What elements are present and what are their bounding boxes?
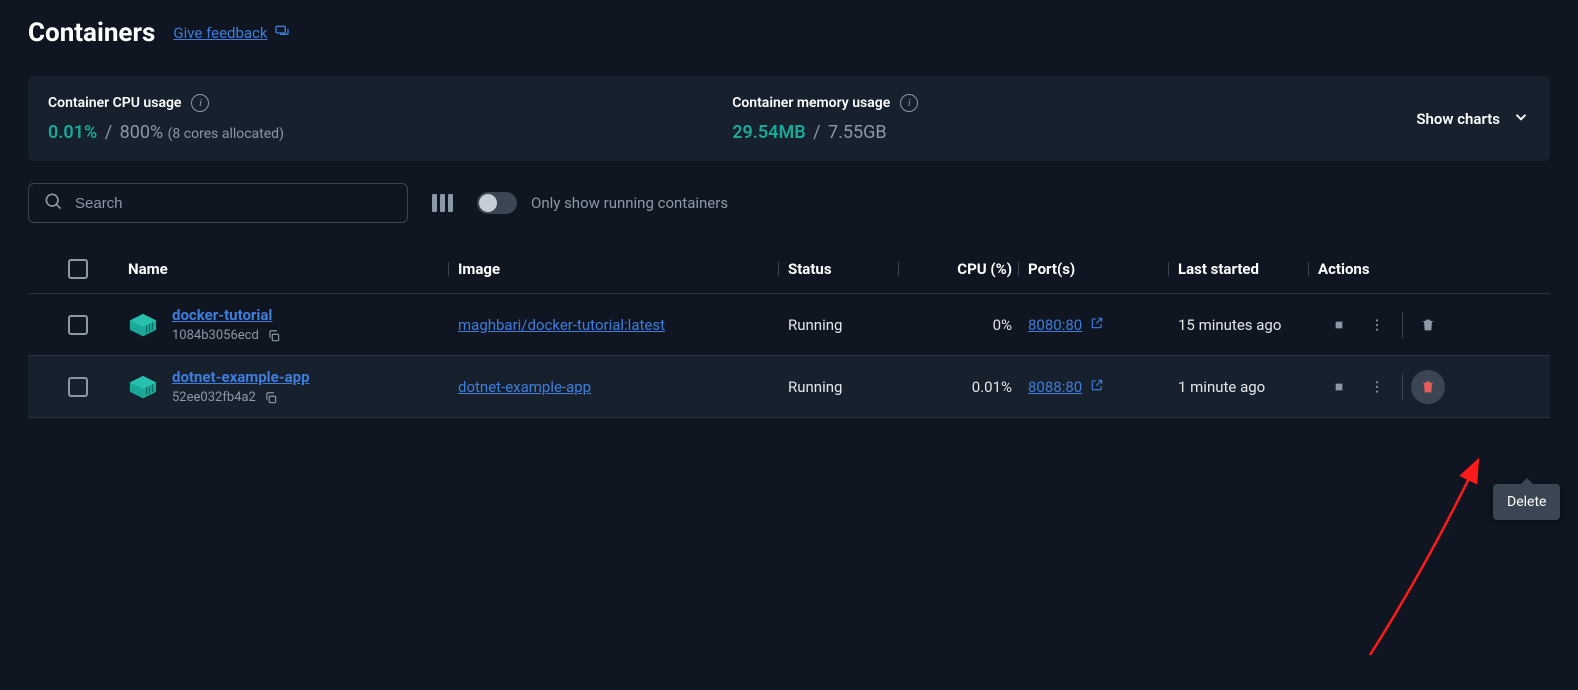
containers-table: Name Image Status CPU (%) Port(s) Last s… <box>28 245 1550 418</box>
show-charts-label: Show charts <box>1416 110 1500 128</box>
page-title: Containers <box>28 18 155 48</box>
toggle-knob <box>479 194 497 212</box>
more-actions-button[interactable] <box>1360 370 1394 404</box>
action-divider <box>1402 312 1403 338</box>
toggle-label: Only show running containers <box>531 194 728 212</box>
header-cpu[interactable]: CPU (%) <box>908 260 1028 278</box>
container-name-link[interactable]: docker-tutorial <box>172 306 281 324</box>
table-row: docker-tutorial 1084b3056ecd maghbari/do… <box>28 294 1550 356</box>
header-status[interactable]: Status <box>788 260 908 278</box>
port-link[interactable]: 8080:80 <box>1028 316 1082 334</box>
container-id: 1084b3056ecd <box>172 328 259 343</box>
last-started: 1 minute ago <box>1178 378 1318 396</box>
feedback-label: Give feedback <box>173 24 267 42</box>
delete-button[interactable] <box>1411 370 1445 404</box>
port-link[interactable]: 8088:80 <box>1028 378 1082 396</box>
header-last-started[interactable]: Last started <box>1178 260 1318 278</box>
columns-icon[interactable] <box>432 194 453 212</box>
header-name[interactable]: Name <box>128 260 458 278</box>
row-checkbox[interactable] <box>68 315 88 335</box>
memory-total: 7.55GB <box>828 122 887 143</box>
info-icon[interactable]: i <box>900 94 918 112</box>
stat-separator: / <box>813 122 820 143</box>
stop-button[interactable] <box>1322 308 1356 342</box>
image-link[interactable]: maghbari/docker-tutorial:latest <box>458 316 665 334</box>
info-icon[interactable]: i <box>191 94 209 112</box>
container-id: 52ee032fb4a2 <box>172 390 256 405</box>
header-ports[interactable]: Port(s) <box>1028 260 1178 278</box>
external-link-icon[interactable] <box>1090 316 1104 334</box>
stats-panel: Container CPU usage i 0.01% / 800% (8 co… <box>28 76 1550 161</box>
header-actions: Actions <box>1318 260 1488 278</box>
status-text: Running <box>788 316 908 334</box>
search-input-wrapper[interactable] <box>28 183 408 223</box>
search-icon <box>43 191 63 215</box>
stat-separator: / <box>105 122 112 143</box>
table-row: dotnet-example-app 52ee032fb4a2 dotnet-e… <box>28 356 1550 418</box>
container-icon <box>128 374 158 400</box>
cpu-value: 0.01% <box>908 378 1028 396</box>
memory-usage-block: Container memory usage i 29.54MB / 7.55G… <box>732 94 1416 143</box>
show-charts-button[interactable]: Show charts <box>1416 108 1530 130</box>
table-header: Name Image Status CPU (%) Port(s) Last s… <box>28 245 1550 294</box>
search-input[interactable] <box>75 195 393 212</box>
give-feedback-link[interactable]: Give feedback <box>173 23 289 43</box>
feedback-icon <box>274 23 290 43</box>
delete-button[interactable] <box>1411 308 1445 342</box>
delete-tooltip: Delete <box>1493 484 1560 520</box>
container-icon <box>128 312 158 338</box>
running-only-toggle[interactable] <box>477 192 517 214</box>
cpu-usage-block: Container CPU usage i 0.01% / 800% (8 co… <box>48 94 732 143</box>
cpu-value: 0% <box>908 316 1028 334</box>
cpu-total: 800% <box>120 122 164 143</box>
stop-button[interactable] <box>1322 370 1356 404</box>
cpu-note: (8 cores allocated) <box>168 126 284 142</box>
chevron-down-icon <box>1512 108 1530 130</box>
header-image[interactable]: Image <box>458 260 788 278</box>
select-all-checkbox[interactable] <box>68 259 88 279</box>
annotation-arrow <box>1360 440 1520 674</box>
container-name-link[interactable]: dotnet-example-app <box>172 368 310 386</box>
memory-usage-label: Container memory usage <box>732 95 890 111</box>
copy-icon[interactable] <box>267 329 281 343</box>
action-divider <box>1402 374 1403 400</box>
status-text: Running <box>788 378 908 396</box>
more-actions-button[interactable] <box>1360 308 1394 342</box>
row-checkbox[interactable] <box>68 377 88 397</box>
external-link-icon[interactable] <box>1090 378 1104 396</box>
copy-icon[interactable] <box>264 391 278 405</box>
cpu-used: 0.01% <box>48 122 97 143</box>
image-link[interactable]: dotnet-example-app <box>458 378 591 396</box>
memory-used: 29.54MB <box>732 122 805 143</box>
last-started: 15 minutes ago <box>1178 316 1318 334</box>
cpu-usage-label: Container CPU usage <box>48 95 181 111</box>
